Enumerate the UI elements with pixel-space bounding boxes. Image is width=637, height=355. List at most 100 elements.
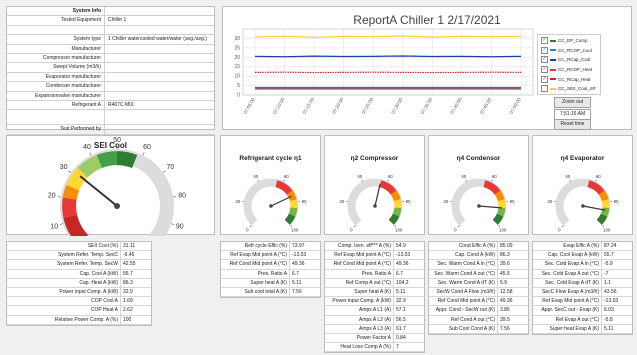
gauge-needle xyxy=(582,205,606,211)
x-tick-label: 07:45:00 xyxy=(479,97,492,115)
x-tick-label: 07:30:00 xyxy=(390,97,403,115)
gauge-tick-label: 30 xyxy=(60,164,68,171)
table-row: Sec. Cold Evap A in (°C) -5.9 xyxy=(533,260,632,270)
table-value: 49.36 xyxy=(396,261,409,268)
legend-label: CC_RCOP_Cool xyxy=(558,47,592,53)
gauge-band xyxy=(392,207,402,217)
table-value: 104.2 xyxy=(396,279,409,286)
y-tick-label: 0 xyxy=(237,93,240,99)
legend-item[interactable]: ✓ CC_RCOP_Heat xyxy=(538,65,600,75)
table-value: -13.03 xyxy=(396,252,411,259)
info-row: Test Performed by xyxy=(7,125,214,135)
evaporator-table: Evap Effic A (%) 87.24 Cap. Cool Evap A (k… xyxy=(532,241,633,335)
info-key: Test Performed by xyxy=(7,125,105,134)
info-row xyxy=(7,25,214,36)
y-tick-label: 20 xyxy=(234,55,240,61)
table-row: Cap. Cool A (kW) 55.7 xyxy=(7,269,151,279)
gauge-tick xyxy=(283,179,285,182)
gauge-tick-label: 70 xyxy=(166,164,174,171)
info-value xyxy=(105,54,214,62)
legend-item[interactable]: ✓ CC_RCOP_Cool xyxy=(538,46,600,56)
gauge-tick xyxy=(257,179,259,182)
gauge-tick xyxy=(171,223,175,225)
legend-checkbox[interactable]: ✓ xyxy=(541,46,548,54)
info-value xyxy=(105,125,214,133)
table-row: SEII Cool (%) 31.11 xyxy=(7,242,151,252)
gauge-tick-label: 10 xyxy=(50,223,58,230)
info-value xyxy=(105,110,214,124)
legend-swatch xyxy=(550,68,556,71)
legend-item[interactable]: ✓ CC_SEII_Cool_SP xyxy=(538,84,600,94)
legend-item[interactable]: ✓ CC_RCap_Cool xyxy=(538,55,600,65)
table-key: Power Factor A xyxy=(325,333,394,343)
gauge-tick-label: 80 xyxy=(302,199,307,204)
table-value: 0.84 xyxy=(396,334,406,341)
gauge-tick xyxy=(602,225,605,228)
table-key: SecC Flow Evap A (m3/h) xyxy=(533,287,602,297)
table-value: 55.7 xyxy=(123,270,133,277)
legend-item[interactable]: ✓ CC_EP_Comp xyxy=(538,36,600,46)
legend-checkbox[interactable]: ✓ xyxy=(541,66,548,74)
table-row: Pres. Ratio A 6.7 xyxy=(325,269,424,279)
gauge-tick-label: 100 xyxy=(291,228,299,233)
info-key: Manufacturer xyxy=(7,44,105,53)
x-tick-label: 07:05:00 xyxy=(243,97,256,115)
legend-label: CC_SEII_Cool_SP xyxy=(558,86,596,92)
info-value xyxy=(105,73,214,81)
info-row: Swept Volume (m3/h) xyxy=(7,63,214,73)
table-row: Refr cycle Effic (%) 73.97 xyxy=(221,242,320,252)
table-value: 56.5 xyxy=(396,316,406,323)
table-row: Evap Effic A (%) 87.24 xyxy=(533,242,632,252)
table-value: 12.58 xyxy=(500,288,513,295)
legend-checkbox[interactable]: ✓ xyxy=(541,37,548,45)
zoom-out-button[interactable]: Zoom out xyxy=(554,97,591,108)
table-value: 5.9 xyxy=(500,279,507,286)
table-key: System Refer. Temp. SecW xyxy=(7,260,121,269)
gauge-band xyxy=(497,199,506,209)
y-tick-label: 15 xyxy=(234,64,240,70)
table-value: 1.1 xyxy=(604,279,611,286)
table-value: 85.09 xyxy=(500,243,513,249)
legend-checkbox[interactable]: ✓ xyxy=(541,85,548,93)
table-key: Sec. Warm Cond A in (°C) xyxy=(429,260,498,269)
table-row: Ref Cond Mid point A (°C) 49.36 xyxy=(429,297,528,307)
table-value: 6.03 xyxy=(604,307,614,314)
gauge-tick-label: 60 xyxy=(284,174,289,179)
table-key: Super heat Evap A (K) xyxy=(533,324,602,333)
gauge-band xyxy=(492,213,504,225)
gauge-band xyxy=(62,197,78,218)
table-row: Amps A L3 (A) 61.7 xyxy=(325,324,424,334)
info-row: System Info xyxy=(7,7,214,17)
gauge-tick-label: 40 xyxy=(253,174,258,179)
x-tick-label: 07:35:00 xyxy=(420,97,433,115)
refrigerant-gauge-panel: Refrigerant cycle η1 0 20 40 60 80 100 xyxy=(220,135,321,235)
table-row: Ref Evap Mid point A (°C) -13.03 xyxy=(533,297,632,307)
table-key: Ref Cond Mid point A (°C) xyxy=(221,260,290,269)
x-tick-label: 07:10:00 xyxy=(272,97,285,115)
table-row: Sub cool total A (K) 7.56 xyxy=(221,287,320,298)
table-key: Ref Comp A out (°C) xyxy=(325,278,394,287)
table-value: 5.11 xyxy=(396,288,406,295)
gauge-tick-label: 60 xyxy=(596,174,601,179)
gauge-band xyxy=(63,214,89,236)
table-key: Cap. Heat A (kW) xyxy=(7,278,121,287)
legend-item[interactable]: ✓ CC_RCap_Heat xyxy=(538,74,600,84)
legend-checkbox[interactable]: ✓ xyxy=(541,75,548,83)
gauge-needle xyxy=(374,183,381,207)
table-row: Comp. Isen. eff*** A (%) 54.9 xyxy=(325,242,424,252)
table-row: System Refer. Temp. SecW 42.55 xyxy=(7,260,151,270)
refrigerant-gauge: 0 20 40 60 80 100 xyxy=(236,174,308,233)
legend-swatch xyxy=(550,78,556,81)
table-key: SEII Cool (%) xyxy=(7,242,121,251)
gauge-band xyxy=(288,207,298,217)
table-value: 39.6 xyxy=(500,261,510,268)
legend-checkbox[interactable]: ✓ xyxy=(541,56,548,64)
gauge-tick-label: 100 xyxy=(603,228,611,233)
gauge-band xyxy=(494,190,505,202)
table-row: Power input Comp. A (kW) 32.9 xyxy=(7,287,151,298)
reset-time-button[interactable]: Reset time xyxy=(554,119,591,130)
legend-label: CC_RCap_Cool xyxy=(558,57,591,63)
gauge-tick-label: 20 xyxy=(548,199,553,204)
table-value: -7 xyxy=(604,270,609,277)
info-key: System type xyxy=(7,35,105,44)
